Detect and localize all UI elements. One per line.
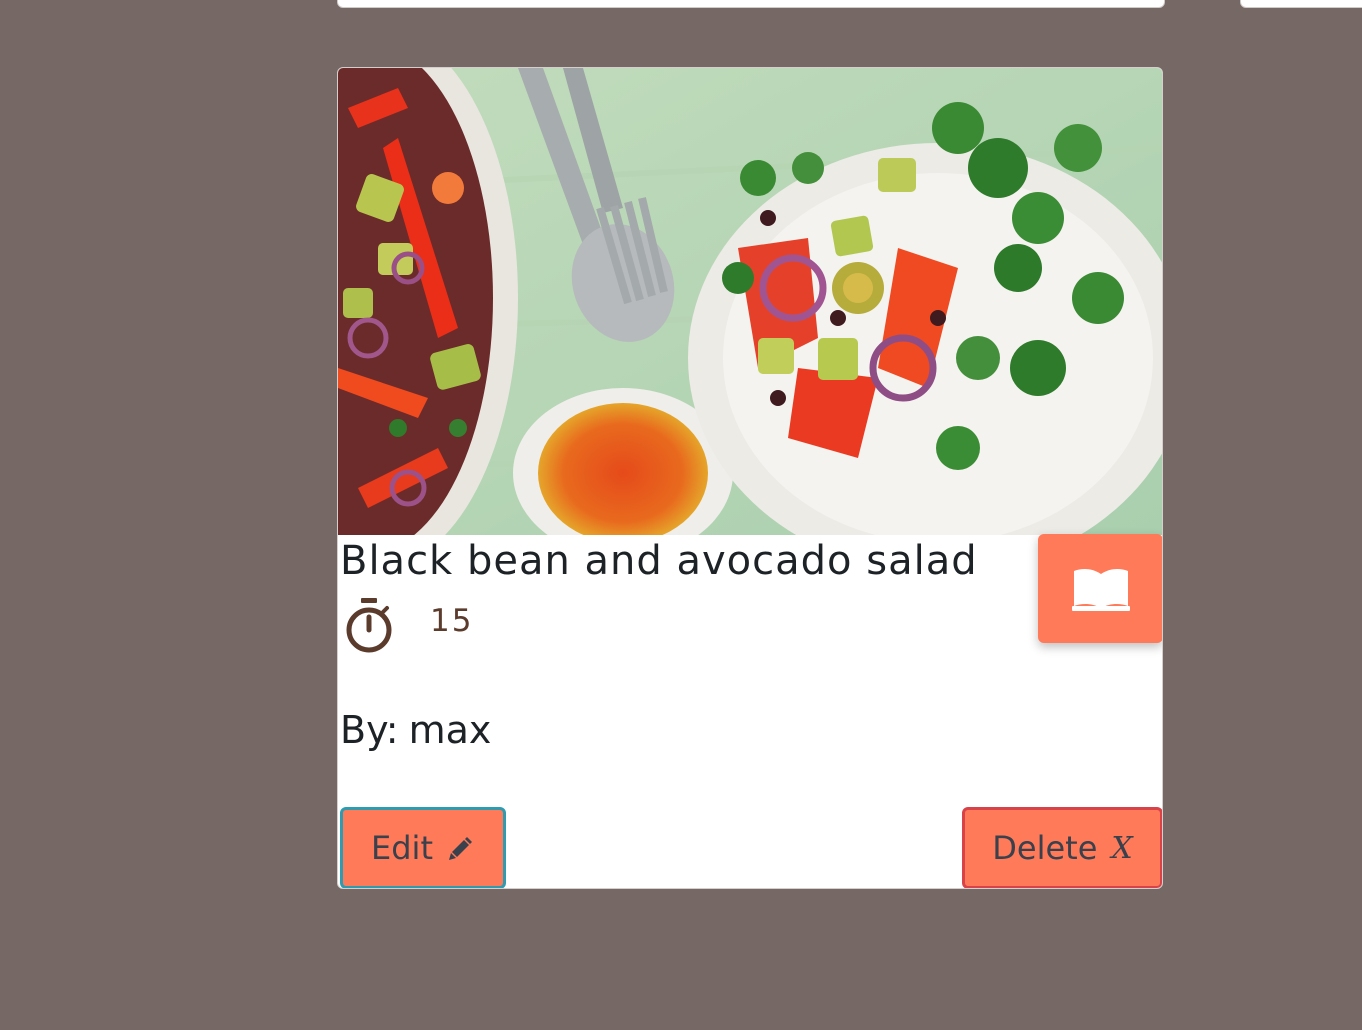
recipe-title: Black bean and avocado salad [340,538,978,584]
view-recipe-button[interactable] [1038,534,1162,643]
author-name: max [408,708,492,752]
close-icon: X [1111,830,1133,866]
stopwatch-icon [346,598,392,653]
recipe-card: Black bean and avocado salad 15 By: max E… [337,67,1163,889]
neighbor-card-edge [1240,0,1362,8]
recipe-image [338,68,1162,535]
previous-card-bottom [337,0,1165,8]
delete-label: Delete [992,829,1098,867]
pencil-icon [448,837,472,860]
book-icon [1071,568,1130,611]
edit-button[interactable]: Edit [340,807,506,888]
author-line: By: max [340,708,491,752]
prep-time: 15 [430,603,474,639]
edit-label: Edit [371,829,433,867]
author-prefix: By: [340,708,399,752]
delete-button[interactable]: Delete X [962,807,1162,888]
